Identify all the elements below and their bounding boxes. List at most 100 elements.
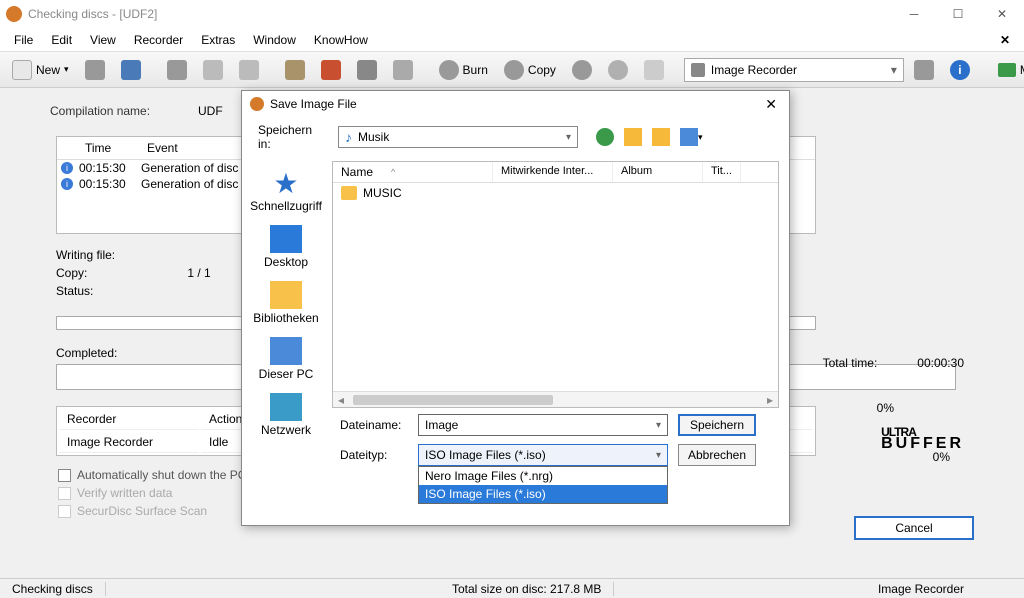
tool-8[interactable]: [908, 56, 940, 84]
save-in-combo[interactable]: ♪ Musik ▾: [338, 126, 578, 148]
mdi-close-button[interactable]: ✕: [992, 33, 1018, 47]
percent-1: 0%: [877, 401, 894, 415]
menu-knowhow[interactable]: KnowHow: [306, 30, 376, 50]
save-button[interactable]: [115, 56, 147, 84]
info-icon: i: [61, 162, 73, 174]
recorder-selector[interactable]: Image Recorder ▾: [684, 58, 904, 82]
open-button[interactable]: [79, 56, 111, 84]
status-left: Checking discs: [0, 582, 106, 596]
menu-view[interactable]: View: [82, 30, 124, 50]
place-quickaccess[interactable]: ★Schnellzugriff: [248, 165, 324, 217]
place-libraries[interactable]: Bibliotheken: [251, 277, 320, 329]
cut-button[interactable]: [161, 56, 193, 84]
menubar: File Edit View Recorder Extras Window Kn…: [0, 28, 1024, 52]
total-time-label: Total time:: [823, 356, 878, 370]
view-menu-icon[interactable]: ▾: [680, 128, 698, 146]
statusbar: Checking discs Total size on disc: 217.8…: [0, 578, 1024, 598]
menu-extras[interactable]: Extras: [193, 30, 243, 50]
recorder-icon: [691, 63, 705, 77]
compilation-name-label: Compilation name:: [50, 104, 198, 118]
file-list-header: Name ^ Mitwirkende Inter... Album Tit...: [333, 162, 778, 183]
filetype-option-nrg[interactable]: Nero Image Files (*.nrg): [419, 467, 667, 485]
cancel-dialog-button[interactable]: Abbrechen: [678, 444, 756, 466]
menu-window[interactable]: Window: [245, 30, 304, 50]
filetype-value: ISO Image Files (*.iso): [425, 448, 546, 462]
cancel-button[interactable]: Cancel: [854, 516, 974, 540]
compilation-name-value: UDF: [198, 104, 223, 118]
dialog-title: Save Image File: [270, 97, 357, 111]
file-list[interactable]: Name ^ Mitwirkende Inter... Album Tit...…: [332, 161, 779, 408]
dialog-close-button[interactable]: ✕: [761, 96, 781, 113]
new-folder-icon[interactable]: [652, 128, 670, 146]
filename-label: Dateiname:: [340, 418, 408, 432]
copy-disc-button[interactable]: Copy: [498, 56, 562, 84]
filetype-dropdown: Nero Image Files (*.nrg) ISO Image Files…: [418, 466, 668, 504]
tool-4[interactable]: [387, 56, 419, 84]
places-sidebar: ★Schnellzugriff Desktop Bibliotheken Die…: [242, 157, 330, 412]
market-icon: [998, 63, 1016, 77]
save-button[interactable]: Speichern: [678, 414, 756, 436]
status-mid: Total size on disc: 217.8 MB: [440, 582, 614, 596]
menu-recorder[interactable]: Recorder: [126, 30, 191, 50]
menu-file[interactable]: File: [6, 30, 41, 50]
recorder-selector-label: Image Recorder: [711, 63, 797, 77]
scroll-right-icon[interactable]: ▸: [762, 393, 778, 407]
minimize-button[interactable]: ─: [892, 0, 936, 28]
dialog-icon: [250, 97, 264, 111]
folder-icon: [341, 186, 357, 200]
close-button[interactable]: ✕: [980, 0, 1024, 28]
maximize-button[interactable]: ☐: [936, 0, 980, 28]
col-tit[interactable]: Tit...: [703, 162, 741, 182]
filetype-option-iso[interactable]: ISO Image Files (*.iso): [419, 485, 667, 503]
tool-5[interactable]: [566, 56, 598, 84]
place-thispc[interactable]: Dieser PC: [257, 333, 316, 385]
status-right: Image Recorder: [866, 582, 1024, 596]
horizontal-scrollbar[interactable]: ◂ ▸: [333, 391, 778, 407]
menu-edit[interactable]: Edit: [43, 30, 80, 50]
verify-checkbox: [58, 487, 71, 500]
filename-value: Image: [425, 418, 458, 432]
col-event: Event: [141, 139, 184, 157]
info-icon: i: [61, 178, 73, 190]
col-name[interactable]: Name: [341, 165, 373, 179]
save-dialog: Save Image File ✕ Speichern in: ♪ Musik …: [241, 90, 790, 526]
auto-shutdown-label: Automatically shut down the PC: [77, 468, 246, 482]
save-in-label: Speichern in:: [258, 123, 328, 151]
col-album[interactable]: Album: [613, 162, 703, 182]
place-network[interactable]: Netzwerk: [259, 389, 313, 441]
scroll-left-icon[interactable]: ◂: [333, 393, 349, 407]
market-button[interactable]: Market▾: [990, 59, 1024, 81]
col-time: Time: [79, 139, 141, 157]
window-title: Checking discs - [UDF2]: [28, 7, 157, 21]
info-button[interactable]: i: [944, 56, 976, 84]
securdisc-label: SecurDisc Surface Scan: [77, 504, 207, 518]
tool-3[interactable]: [351, 56, 383, 84]
paste-button[interactable]: [233, 56, 265, 84]
app-icon: [6, 6, 22, 22]
tool-1[interactable]: [279, 56, 311, 84]
tool-2[interactable]: [315, 56, 347, 84]
save-in-value: Musik: [358, 130, 389, 144]
col-artists[interactable]: Mitwirkende Inter...: [493, 162, 613, 182]
auto-shutdown-checkbox[interactable]: [58, 469, 71, 482]
recorder-col-header: Recorder: [59, 409, 199, 430]
filename-input[interactable]: Image ▾: [418, 414, 668, 436]
new-button[interactable]: New▾: [6, 56, 75, 84]
filetype-combo[interactable]: ISO Image Files (*.iso) ▾: [418, 444, 668, 466]
copy-value: 1 / 1: [187, 266, 210, 280]
ultrabuffer-logo: ULTRABUFFER: [881, 428, 964, 450]
file-row[interactable]: MUSIC: [333, 183, 778, 203]
place-desktop[interactable]: Desktop: [262, 221, 310, 273]
copy-button[interactable]: [197, 56, 229, 84]
music-icon: ♪: [345, 129, 352, 145]
scroll-thumb[interactable]: [353, 395, 553, 405]
tool-6[interactable]: [602, 56, 634, 84]
toolbar: New▾ Burn Copy Image Recorder ▾ i Market…: [0, 52, 1024, 88]
up-icon[interactable]: [624, 128, 642, 146]
burn-button[interactable]: Burn: [433, 56, 494, 84]
tool-7[interactable]: [638, 56, 670, 84]
back-icon[interactable]: [596, 128, 614, 146]
securdisc-checkbox: [58, 505, 71, 518]
dialog-titlebar: Save Image File ✕: [242, 91, 789, 117]
percent-2: 0%: [933, 450, 950, 464]
